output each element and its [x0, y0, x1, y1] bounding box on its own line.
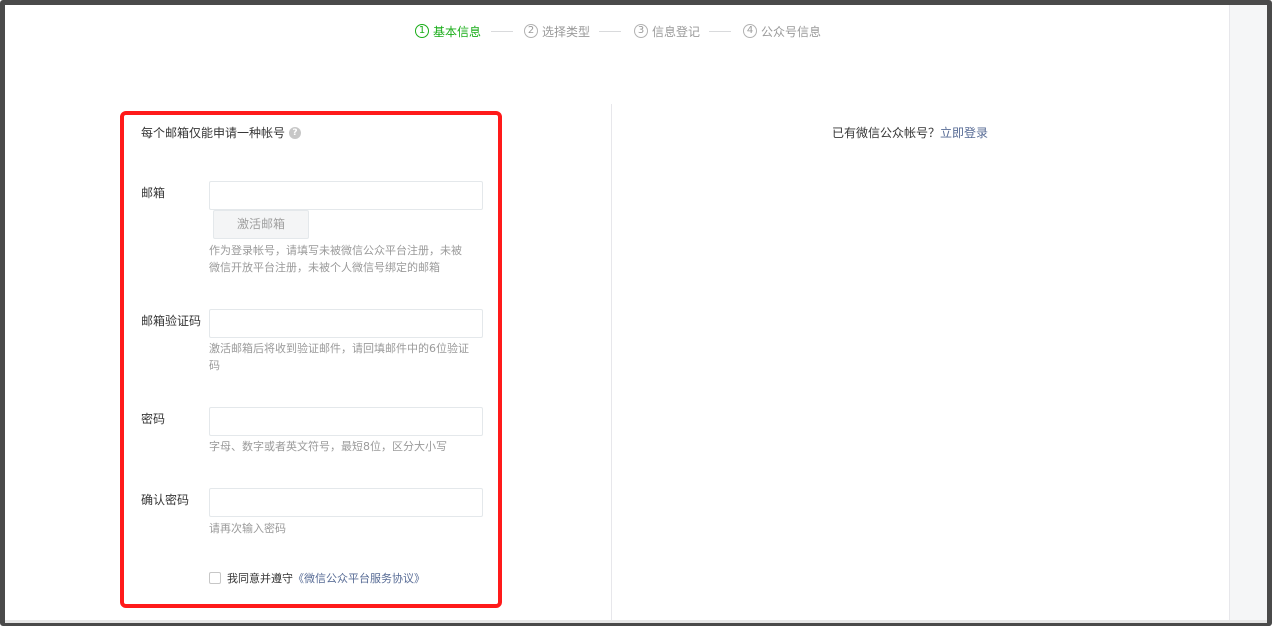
column-divider: [611, 104, 612, 620]
right-gutter: [1229, 5, 1267, 621]
step-number: 2: [524, 24, 538, 38]
confirm-password-label: 确认密码: [141, 493, 190, 507]
step-3: 3 信息登记: [634, 22, 700, 40]
step-connector: [491, 31, 513, 32]
step-connector: [709, 31, 731, 32]
email-label: 邮箱: [141, 186, 166, 200]
agreement-link[interactable]: 《微信公众平台服务协议》: [293, 570, 425, 586]
step-1: 1 基本信息: [415, 22, 481, 40]
step-label: 基本信息: [433, 24, 482, 39]
step-4: 4 公众号信息: [743, 22, 821, 40]
step-number: 3: [634, 24, 648, 38]
help-icon[interactable]: ?: [289, 126, 302, 139]
step-connector: [599, 31, 621, 32]
step-label: 信息登记: [652, 24, 701, 39]
password-label: 密码: [141, 412, 166, 426]
agreement-checkbox[interactable]: [209, 572, 221, 584]
email-field[interactable]: [209, 181, 483, 210]
code-label: 邮箱验证码: [141, 314, 202, 328]
step-label: 选择类型: [542, 24, 591, 39]
agreement-text: 我同意并遵守: [227, 572, 293, 585]
agreement-row: 我同意并遵守 《微信公众平台服务协议》: [209, 570, 425, 586]
step-2: 2 选择类型: [524, 22, 590, 40]
progress-steps: 1 基本信息 2 选择类型 3 信息登记 4 公众号信息: [0, 22, 1229, 40]
login-link[interactable]: 立即登录: [940, 126, 988, 140]
password-field[interactable]: [209, 407, 483, 436]
step-number: 1: [415, 24, 429, 38]
login-hint-text: 已有微信公众帐号？: [832, 126, 941, 140]
login-hint: 已有微信公众帐号？立即登录: [832, 124, 988, 141]
email-tip: 作为登录帐号，请填写未被微信公众平台注册，未被微信开放平台注册，未被个人微信号绑…: [209, 244, 462, 274]
verification-code-field[interactable]: [209, 309, 483, 338]
confirm-password-tip: 请再次输入密码: [209, 522, 286, 535]
step-label: 公众号信息: [761, 24, 822, 39]
activate-email-button[interactable]: 激活邮箱: [213, 210, 309, 239]
horizontal-scrollbar[interactable]: [5, 620, 1267, 623]
confirm-password-field[interactable]: [209, 488, 483, 517]
account-note-text: 每个邮箱仅能申请一种帐号: [141, 126, 286, 140]
code-tip: 激活邮箱后将收到验证邮件，请回填邮件中的6位验证码: [209, 342, 469, 372]
step-number: 4: [743, 24, 757, 38]
password-tip: 字母、数字或者英文符号，最短8位，区分大小写: [209, 440, 447, 453]
account-note: 每个邮箱仅能申请一种帐号 ?: [141, 124, 302, 141]
